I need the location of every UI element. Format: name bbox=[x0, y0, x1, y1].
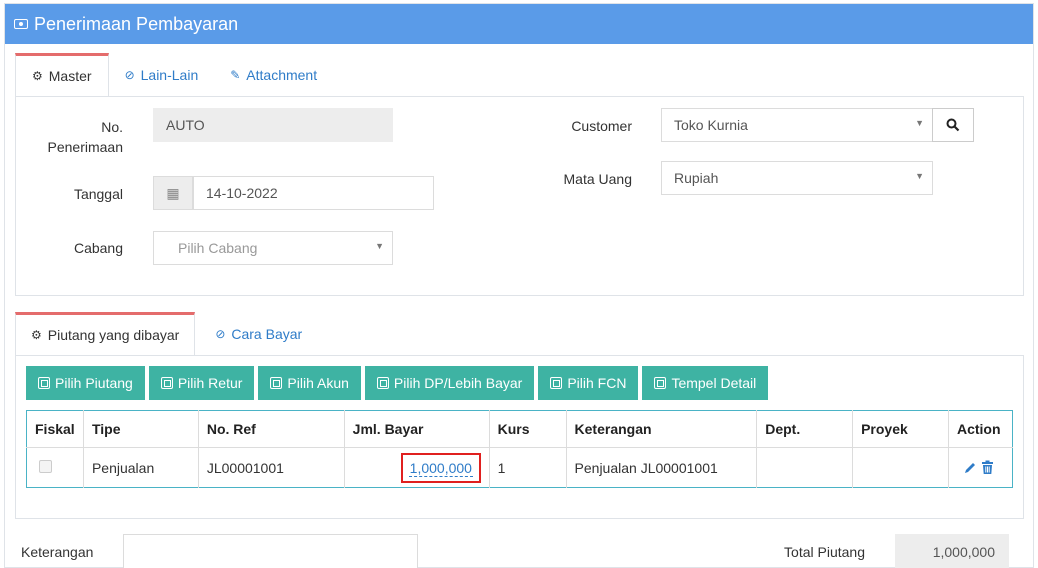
pilih-akun-label: Pilih Akun bbox=[287, 375, 349, 391]
total-piutang-label: Total Piutang bbox=[784, 544, 865, 560]
customer-search-button[interactable] bbox=[932, 108, 974, 142]
fiskal-checkbox[interactable] bbox=[39, 459, 52, 473]
jml-bayar-editable[interactable]: 1,000,000 bbox=[408, 459, 473, 477]
tab-attachment[interactable]: ✎ Attachment bbox=[214, 53, 333, 97]
table-header-row: Fiskal Tipe No. Ref Jml. Bayar Kurs Kete… bbox=[26, 410, 1013, 448]
mata-uang-label: Mata Uang bbox=[563, 171, 632, 187]
tab-lain-lain[interactable]: ⊘ Lain-Lain bbox=[109, 53, 215, 97]
tempel-detail-button[interactable]: Tempel Detail bbox=[642, 366, 769, 400]
jml-bayar-cell: 1,000,000 bbox=[343, 447, 490, 488]
no-penerimaan-label: No. Penerimaan bbox=[30, 117, 124, 157]
copy-icon bbox=[376, 377, 389, 389]
customer-label: Customer bbox=[571, 118, 632, 134]
col-tipe: Tipe bbox=[82, 410, 199, 448]
search-icon bbox=[946, 118, 960, 132]
copy-icon bbox=[38, 377, 50, 389]
proyek-cell bbox=[852, 447, 949, 488]
col-no-ref: No. Ref bbox=[197, 410, 345, 448]
no-penerimaan-label-line2: Penerimaan bbox=[47, 139, 124, 155]
money-icon bbox=[14, 19, 28, 29]
customer-value: Toko Kurnia bbox=[674, 117, 748, 133]
calendar-icon[interactable]: ▦ bbox=[153, 176, 193, 210]
pilih-piutang-label: Pilih Piutang bbox=[55, 375, 133, 391]
tab-piutang[interactable]: ⚙ Piutang yang dibayar bbox=[15, 312, 196, 356]
cabang-label: Cabang bbox=[73, 240, 123, 256]
cogs-icon: ⚙ bbox=[31, 328, 42, 342]
edit-icon[interactable] bbox=[963, 461, 977, 475]
tab-attachment-label: Attachment bbox=[246, 67, 318, 83]
keterangan-cell: Penjualan JL00001001 bbox=[565, 447, 757, 488]
cogs-icon: ⚙ bbox=[32, 69, 43, 83]
dept-cell bbox=[756, 447, 853, 488]
col-jml-bayar: Jml. Bayar bbox=[343, 410, 490, 448]
tab-cara-bayar-label: Cara Bayar bbox=[231, 326, 303, 342]
paperclip-icon: ✎ bbox=[230, 68, 241, 82]
tab-master[interactable]: ⚙ Master bbox=[15, 53, 109, 97]
tab-cara-bayar[interactable]: ⊘ Cara Bayar bbox=[195, 312, 322, 356]
detail-toolbar: Pilih Piutang Pilih Retur Pilih Akun Pil… bbox=[26, 366, 769, 400]
col-proyek: Proyek bbox=[852, 410, 949, 448]
chevron-down-icon: ▼ bbox=[915, 171, 924, 181]
paste-icon bbox=[654, 377, 667, 389]
check-circle-icon: ⊘ bbox=[215, 327, 226, 341]
mata-uang-select[interactable]: Rupiah ▼ bbox=[661, 161, 933, 195]
tab-master-label: Master bbox=[48, 68, 92, 84]
tab-piutang-label: Piutang yang dibayar bbox=[47, 327, 180, 343]
pilih-fcn-label: Pilih FCN bbox=[567, 375, 627, 391]
tanggal-label: Tanggal bbox=[73, 186, 123, 202]
detail-tabs: ⚙ Piutang yang dibayar ⊘ Cara Bayar bbox=[15, 312, 322, 356]
tipe-cell: Penjualan bbox=[82, 447, 199, 488]
no-penerimaan-field: AUTO bbox=[153, 108, 393, 142]
pilih-fcn-button[interactable]: Pilih FCN bbox=[538, 366, 639, 400]
pilih-dp-label: Pilih DP/Lebih Bayar bbox=[393, 375, 523, 391]
copy-icon bbox=[160, 377, 173, 389]
tanggal-value: 14-10-2022 bbox=[206, 185, 278, 201]
no-ref-cell: JL00001001 bbox=[197, 447, 345, 488]
cabang-placeholder: Pilih Cabang bbox=[178, 240, 258, 256]
tanggal-input[interactable]: 14-10-2022 bbox=[193, 176, 434, 210]
pilih-piutang-button[interactable]: Pilih Piutang bbox=[26, 366, 145, 400]
cabang-select[interactable]: Pilih Cabang ▼ bbox=[153, 231, 393, 265]
no-penerimaan-label-line1: No. bbox=[101, 119, 123, 135]
table-row: Penjualan JL00001001 1,000,000 1 Penjual… bbox=[27, 447, 1013, 488]
pilih-retur-button[interactable]: Pilih Retur bbox=[148, 366, 255, 400]
piutang-table: Fiskal Tipe No. Ref Jml. Bayar Kurs Kete… bbox=[26, 410, 1013, 488]
kurs-cell: 1 bbox=[488, 447, 567, 488]
tab-lain-lain-label: Lain-Lain bbox=[140, 67, 199, 83]
copy-icon bbox=[550, 377, 563, 389]
keterangan-label: Keterangan bbox=[21, 544, 94, 560]
pilih-dp-button[interactable]: Pilih DP/Lebih Bayar bbox=[364, 366, 535, 400]
check-circle-icon: ⊘ bbox=[124, 68, 135, 82]
fiskal-cell bbox=[27, 448, 84, 488]
mata-uang-value: Rupiah bbox=[674, 170, 719, 186]
col-keterangan: Keterangan bbox=[565, 410, 757, 448]
no-penerimaan-value: AUTO bbox=[166, 117, 205, 133]
copy-icon bbox=[270, 377, 283, 389]
col-kurs: Kurs bbox=[488, 410, 567, 448]
col-fiskal: Fiskal bbox=[26, 410, 84, 448]
pilih-retur-label: Pilih Retur bbox=[177, 375, 243, 391]
pilih-akun-button[interactable]: Pilih Akun bbox=[258, 366, 361, 400]
total-piutang-field: 1,000,000 bbox=[895, 534, 1009, 568]
tempel-detail-label: Tempel Detail bbox=[671, 375, 757, 391]
trash-icon[interactable] bbox=[981, 460, 994, 475]
customer-select[interactable]: Toko Kurnia ▼ bbox=[661, 108, 933, 142]
col-action: Action bbox=[947, 410, 1013, 448]
total-piutang-value: 1,000,000 bbox=[932, 544, 995, 560]
chevron-down-icon: ▼ bbox=[915, 118, 924, 128]
page-title: Penerimaan Pembayaran bbox=[34, 13, 239, 34]
highlight-box: 1,000,000 bbox=[400, 452, 481, 483]
master-tabs: ⚙ Master ⊘ Lain-Lain ✎ Attachment bbox=[15, 53, 333, 97]
col-dept: Dept. bbox=[756, 410, 853, 448]
chevron-down-icon: ▼ bbox=[375, 241, 384, 251]
keterangan-input[interactable] bbox=[123, 534, 418, 568]
action-cell bbox=[947, 447, 1013, 488]
panel-header: Penerimaan Pembayaran bbox=[5, 4, 1033, 44]
